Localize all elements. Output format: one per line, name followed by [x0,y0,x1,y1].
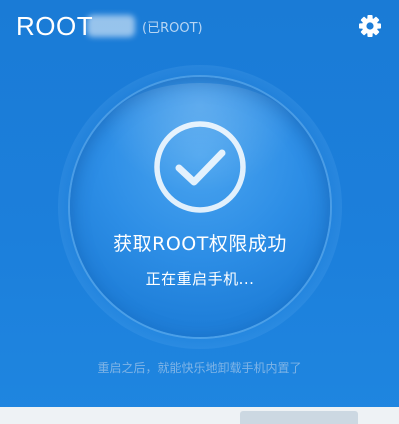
app-title: ROOT [16,11,94,41]
root-status-text: (已ROOT) [142,21,203,36]
circle-body: 获取ROOT权限成功 正在重启手机... [70,77,330,337]
success-title: 获取ROOT权限成功 [113,233,287,255]
check-circle-icon [154,121,246,213]
root-success-screen: ROOT (已ROOT) 获取ROOT权限成功 正在重启手机... 重启之后，就… [0,0,399,424]
bottom-button[interactable] [240,411,358,424]
settings-button[interactable] [356,12,384,40]
status-circle: 获取ROOT权限成功 正在重启手机... [58,65,342,349]
blurred-app-name [87,15,135,37]
gear-icon [359,15,381,37]
header: ROOT (已ROOT) [0,0,399,56]
rebooting-text: 正在重启手机... [145,270,255,288]
footer-hint: 重启之后，就能快乐地卸载手机内置了 [97,361,302,375]
